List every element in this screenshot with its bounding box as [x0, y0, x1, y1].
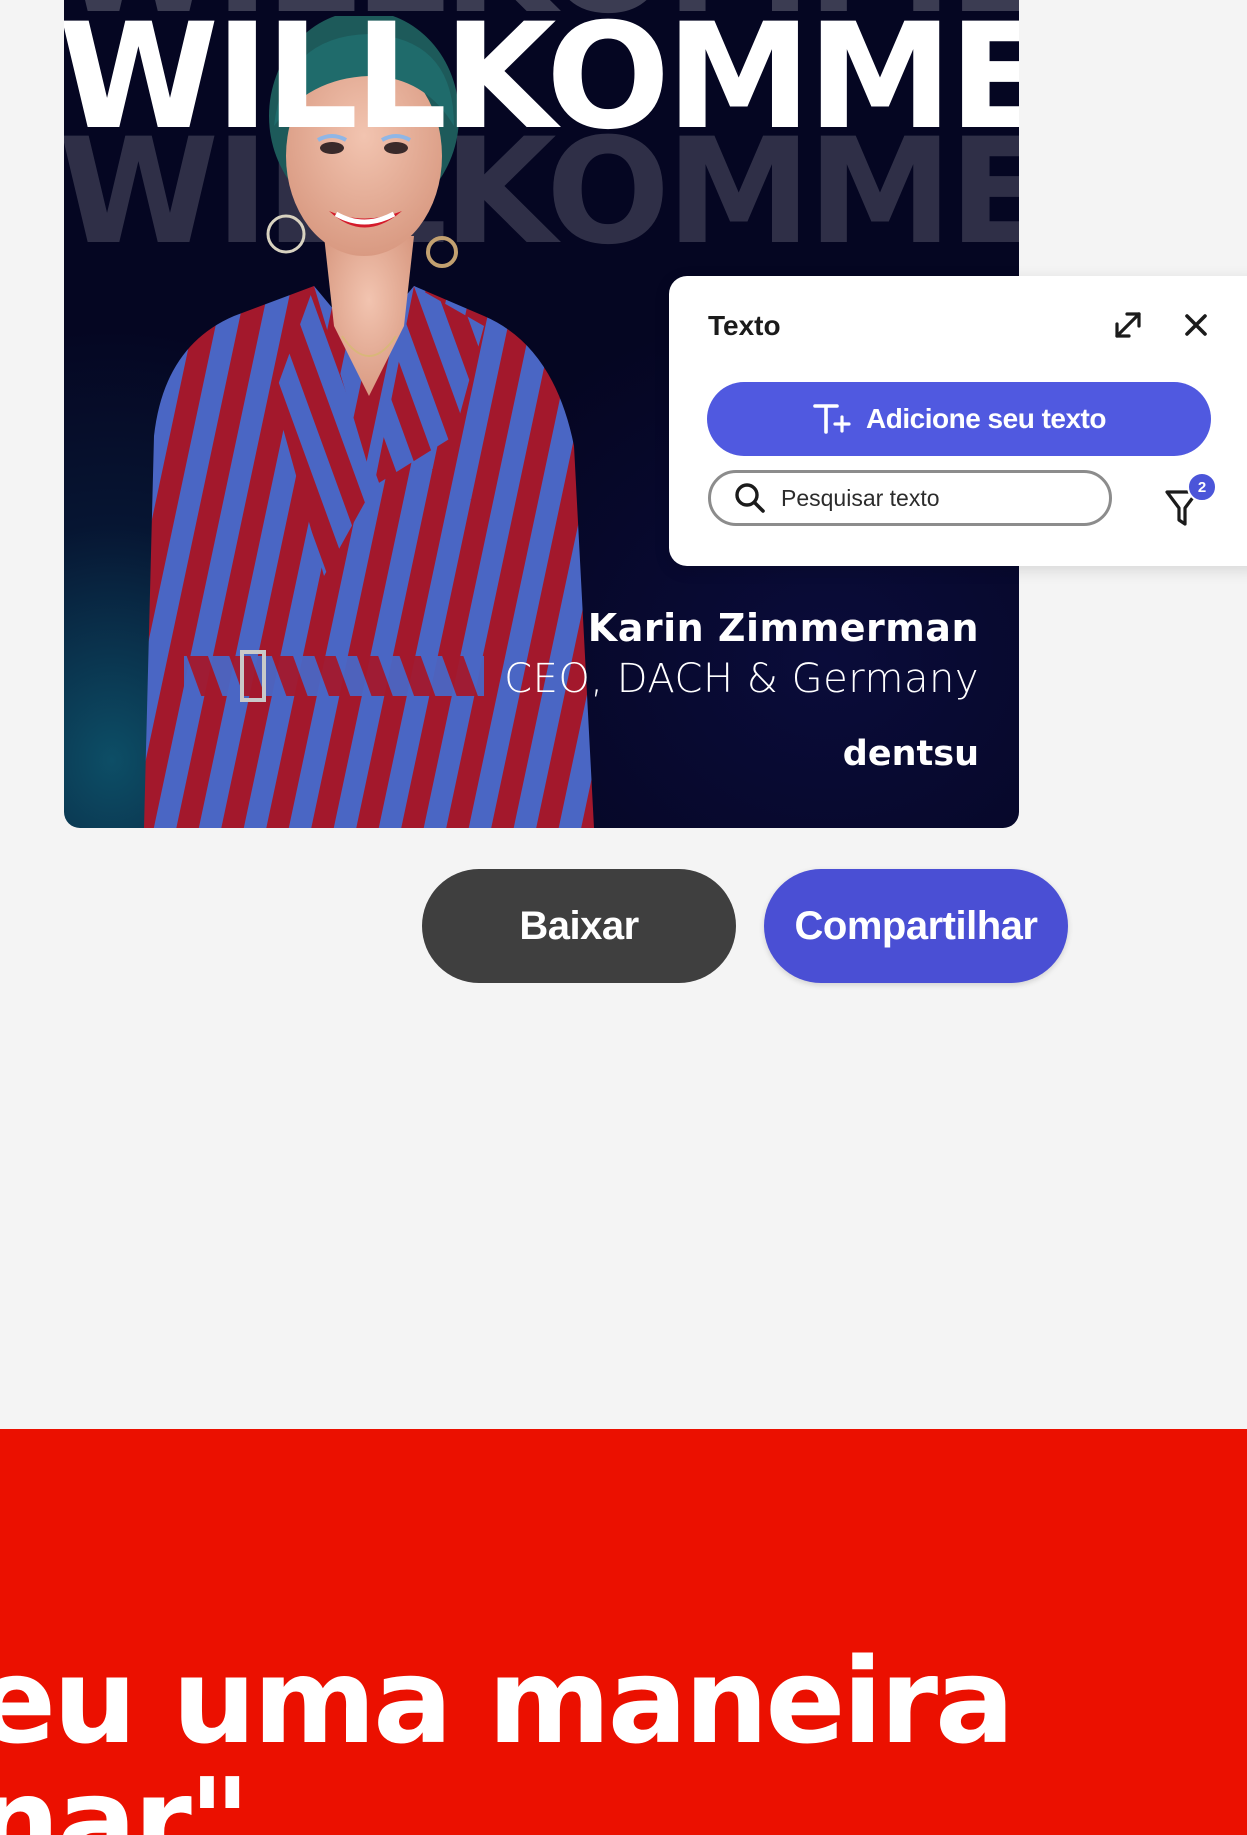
person-name: Karin Zimmerman	[587, 606, 979, 650]
headline: WILLKOMMEN	[64, 0, 1019, 162]
close-icon[interactable]	[1179, 308, 1213, 342]
search-input[interactable]	[779, 483, 1103, 513]
brand-logo: dentsu	[842, 734, 979, 774]
quote-banner: eu uma maneira nar"	[0, 1429, 1247, 1835]
filter-count-badge: 2	[1187, 472, 1217, 502]
add-text-icon	[813, 404, 851, 434]
filter-button[interactable]: 2	[1163, 472, 1219, 532]
download-button[interactable]: Baixar	[422, 869, 736, 983]
add-text-button[interactable]: Adicione seu texto	[707, 382, 1211, 456]
quote-line-1: eu uma maneira	[0, 1632, 1015, 1770]
add-text-label: Adicione seu texto	[866, 403, 1106, 434]
search-icon	[735, 483, 765, 513]
quote-line-2: nar"	[0, 1752, 250, 1835]
share-button[interactable]: Compartilhar	[764, 869, 1068, 983]
text-panel: Texto Adicione seu texto 2	[669, 276, 1247, 566]
quote-text: eu uma maneira nar"	[0, 1641, 1015, 1835]
name-block: Karin Zimmerman CEO, DACH & Germany	[504, 606, 979, 702]
person-role: CEO, DACH & Germany	[504, 656, 979, 702]
expand-icon[interactable]	[1111, 308, 1145, 342]
panel-title: Texto	[708, 310, 781, 341]
search-box[interactable]	[708, 470, 1112, 526]
